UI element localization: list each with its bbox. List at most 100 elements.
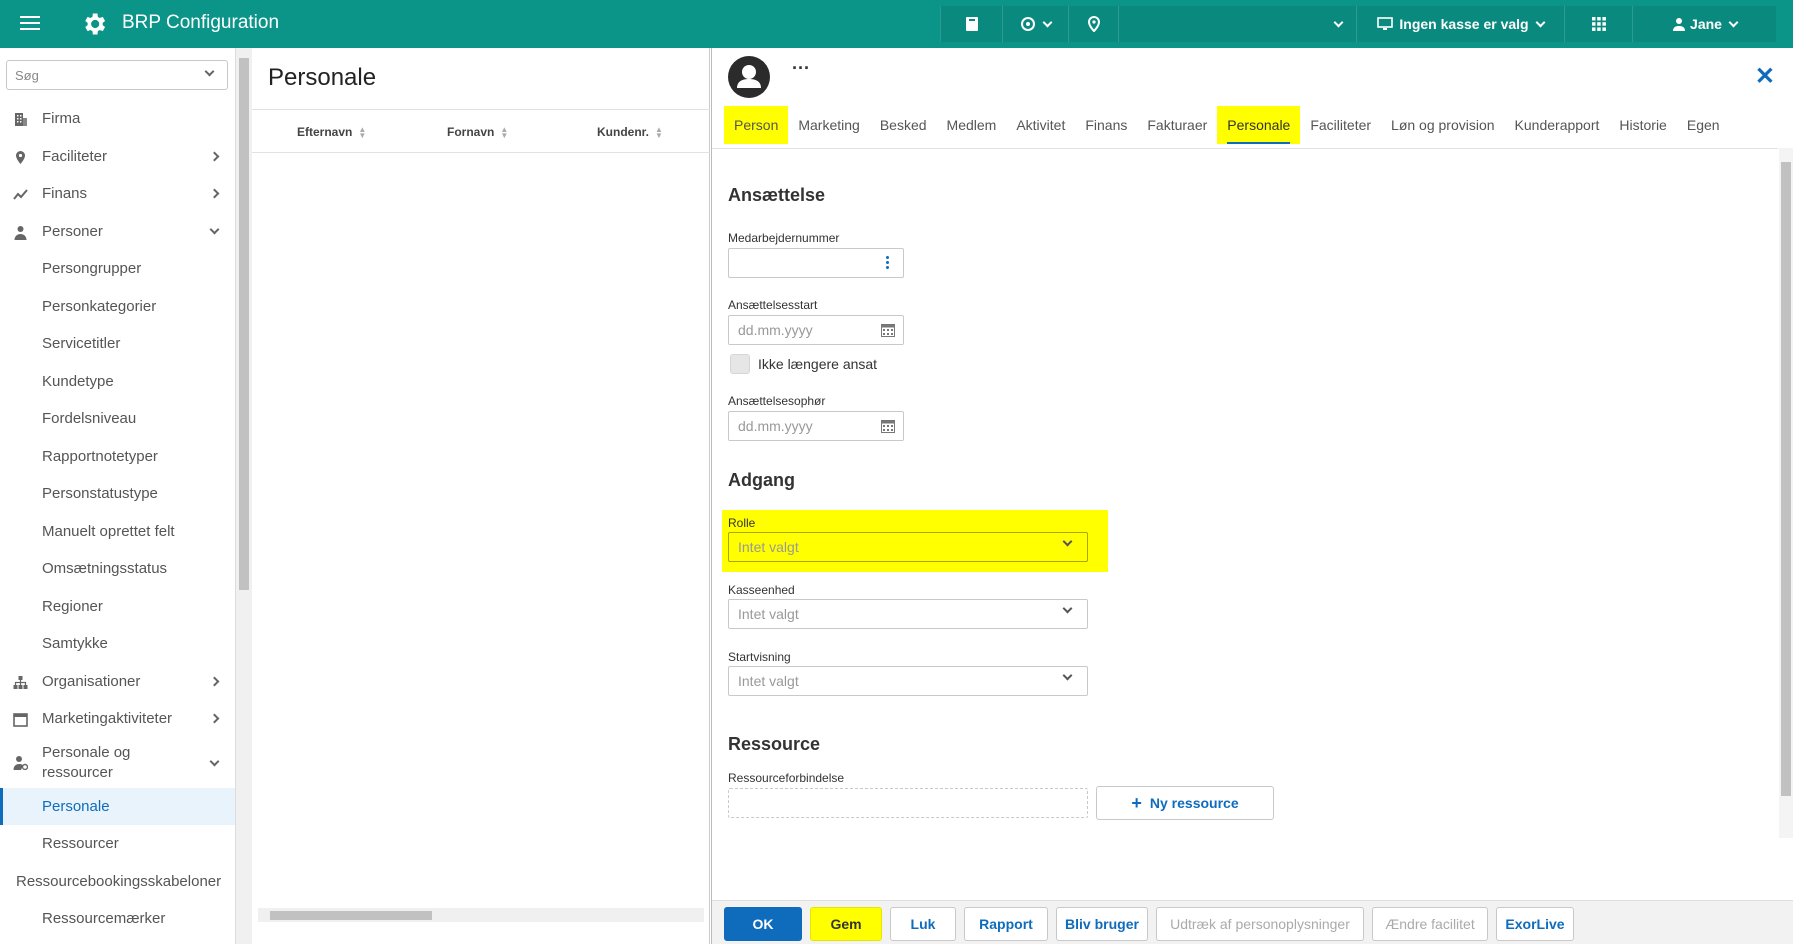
sidebar-item-manuelt-oprettet-felt[interactable]: Manuelt oprettet felt [0,513,235,551]
close-icon[interactable]: ✕ [1755,62,1775,91]
not-employed-checkbox[interactable] [730,354,750,374]
sidebar-item-marketingaktiviteter[interactable]: Marketingaktiviteter [0,700,235,738]
chevron-down-icon [1535,17,1546,27]
sidebar-item-personale-og-ressourcer[interactable]: Personale og ressourcer [0,738,235,788]
sidebar-item-ressourcebookingsskabeloner[interactable]: Ressourcebookingsskabeloner [0,863,235,901]
chevron-down-icon [209,756,220,766]
exorlive-button[interactable]: ExorLive [1496,907,1574,941]
menu-icon[interactable] [20,16,40,32]
tab-kunderapport[interactable]: Kunderapport [1505,106,1610,144]
sidebar-item-personkategorier[interactable]: Personkategorier [0,288,235,326]
sidebar-item-label: Regioner [42,597,103,615]
column-header-efternavn[interactable]: Efternavn ▲ ▼ [297,125,366,139]
chevron-down-icon [1062,603,1073,614]
search-placeholder: Søg [15,68,39,83]
sidebar-item-finans[interactable]: Finans [0,175,235,213]
sidebar-item-label: Persongrupper [42,260,142,278]
top-bar: BRP Configuration Ingen kasse er valg Ja… [0,0,1793,48]
sidebar-item-label: Kundetype [42,372,114,390]
avatar[interactable] [728,56,770,98]
employment-start-field[interactable]: dd.mm.yyyy [728,315,904,345]
person-icon [737,65,761,88]
tab-finans[interactable]: Finans [1075,106,1137,144]
calendar-icon[interactable] [881,420,895,433]
tab-medlem[interactable]: Medlem [937,106,1007,144]
sidebar-scrollbar[interactable] [236,48,252,944]
sidebar-item-ressourcer[interactable]: Ressourcer [0,825,235,863]
sort-icon: ▲ ▼ [500,124,509,140]
sidebar-item-label: Personale [42,797,110,815]
column-header-kundenr[interactable]: Kundenr. ▲ ▼ [597,125,663,139]
register-select[interactable]: Ingen kasse er valg [1356,6,1564,42]
user-menu[interactable]: Jane [1632,6,1776,42]
extract-personal-data-button[interactable]: Udtræk af personoplysninger [1156,907,1364,941]
footer-toolbar: OK Gem Luk Rapport Bliv bruger Udtræk af… [712,900,1793,944]
book-icon [965,17,978,31]
sidebar: Søg Firma Faciliteter Finans Personer Pe… [0,48,236,944]
tab-loen-og-provision[interactable]: Løn og provision [1381,106,1505,144]
app-title: BRP Configuration [122,12,280,33]
section-employment-heading: Ansættelse [728,185,826,205]
report-button[interactable]: Rapport [964,907,1048,941]
more-button[interactable]: ··· [792,58,810,79]
tab-fakturaer[interactable]: Fakturaer [1137,106,1217,144]
sidebar-item-rapportnotetyper[interactable]: Rapportnotetyper [0,438,235,476]
tab-egen[interactable]: Egen [1677,106,1730,144]
ok-button[interactable]: OK [724,907,802,941]
sidebar-item-firma[interactable]: Firma [0,100,235,138]
employee-number-field[interactable] [728,248,904,278]
sidebar-item-omsaetningsstatus[interactable]: Omsætningsstatus [0,550,235,588]
sidebar-item-kundetype[interactable]: Kundetype [0,363,235,401]
search-select[interactable]: Søg [6,60,228,90]
site-select[interactable] [1118,6,1356,42]
role-select[interactable]: Intet valgt [728,532,1088,562]
scrollbar-thumb[interactable] [270,911,432,920]
sidebar-item-personale[interactable]: Personale [0,787,235,825]
location-select[interactable] [1002,6,1068,42]
employment-end-field[interactable]: dd.mm.yyyy [728,411,904,441]
tab-faciliteter[interactable]: Faciliteter [1300,106,1381,144]
scrollbar-thumb[interactable] [1781,162,1791,796]
tab-aktivitet[interactable]: Aktivitet [1006,106,1075,144]
more-vertical-icon[interactable] [886,256,889,271]
tab-besked[interactable]: Besked [870,106,937,144]
sidebar-item-servicetitler[interactable]: Servicetitler [0,325,235,363]
sidebar-item-ressourcemaerker[interactable]: Ressourcemærker [0,900,235,938]
page-title: Personale [268,64,377,91]
sidebar-item-personer[interactable]: Personer [0,213,235,251]
sidebar-item-samtykke[interactable]: Samtykke [0,625,235,663]
sidebar-item-organisationer[interactable]: Organisationer [0,663,235,701]
close-button[interactable]: Luk [890,907,956,941]
detail-scrollbar[interactable] [1779,148,1793,838]
map-pin-button[interactable] [1068,6,1118,42]
sidebar-item-label: Samtykke [42,635,108,653]
tab-historie[interactable]: Historie [1609,106,1676,144]
scrollbar-thumb[interactable] [239,58,249,590]
cash-unit-label: Kasseenhed [728,583,795,597]
tab-personale[interactable]: Personale [1217,106,1301,144]
sidebar-item-label: Ressourcemærker [42,910,166,928]
horizontal-scrollbar[interactable] [258,908,704,922]
sidebar-item-faciliteter[interactable]: Faciliteter [0,138,235,176]
book-button[interactable] [940,6,1002,42]
sidebar-item-label: Manuelt oprettet felt [42,522,175,540]
resource-link-field[interactable] [728,788,1088,818]
sidebar-item-fordelsniveau[interactable]: Fordelsniveau [0,400,235,438]
sidebar-item-persongrupper[interactable]: Persongrupper [0,250,235,288]
employment-end-label: Ansættelsesophør [728,394,826,408]
tab-person[interactable]: Person [724,106,789,144]
become-user-button[interactable]: Bliv bruger [1056,907,1148,941]
new-resource-button[interactable]: + Ny ressource [1096,786,1274,820]
cash-unit-select[interactable]: Intet valgt [728,599,1088,629]
column-header-fornavn[interactable]: Fornavn ▲ ▼ [447,125,508,139]
calendar-icon[interactable] [881,324,895,337]
save-button[interactable]: Gem [810,907,882,941]
change-facility-button[interactable]: Ændre facilitet [1372,907,1488,941]
date-placeholder: dd.mm.yyyy [738,418,813,434]
sidebar-item-personstatustype[interactable]: Personstatustype [0,475,235,513]
sidebar-item-regioner[interactable]: Regioner [0,588,235,626]
start-view-select[interactable]: Intet valgt [728,666,1088,696]
tab-marketing[interactable]: Marketing [788,106,869,144]
start-view-value: Intet valgt [738,673,799,689]
apps-button[interactable] [1564,6,1632,42]
